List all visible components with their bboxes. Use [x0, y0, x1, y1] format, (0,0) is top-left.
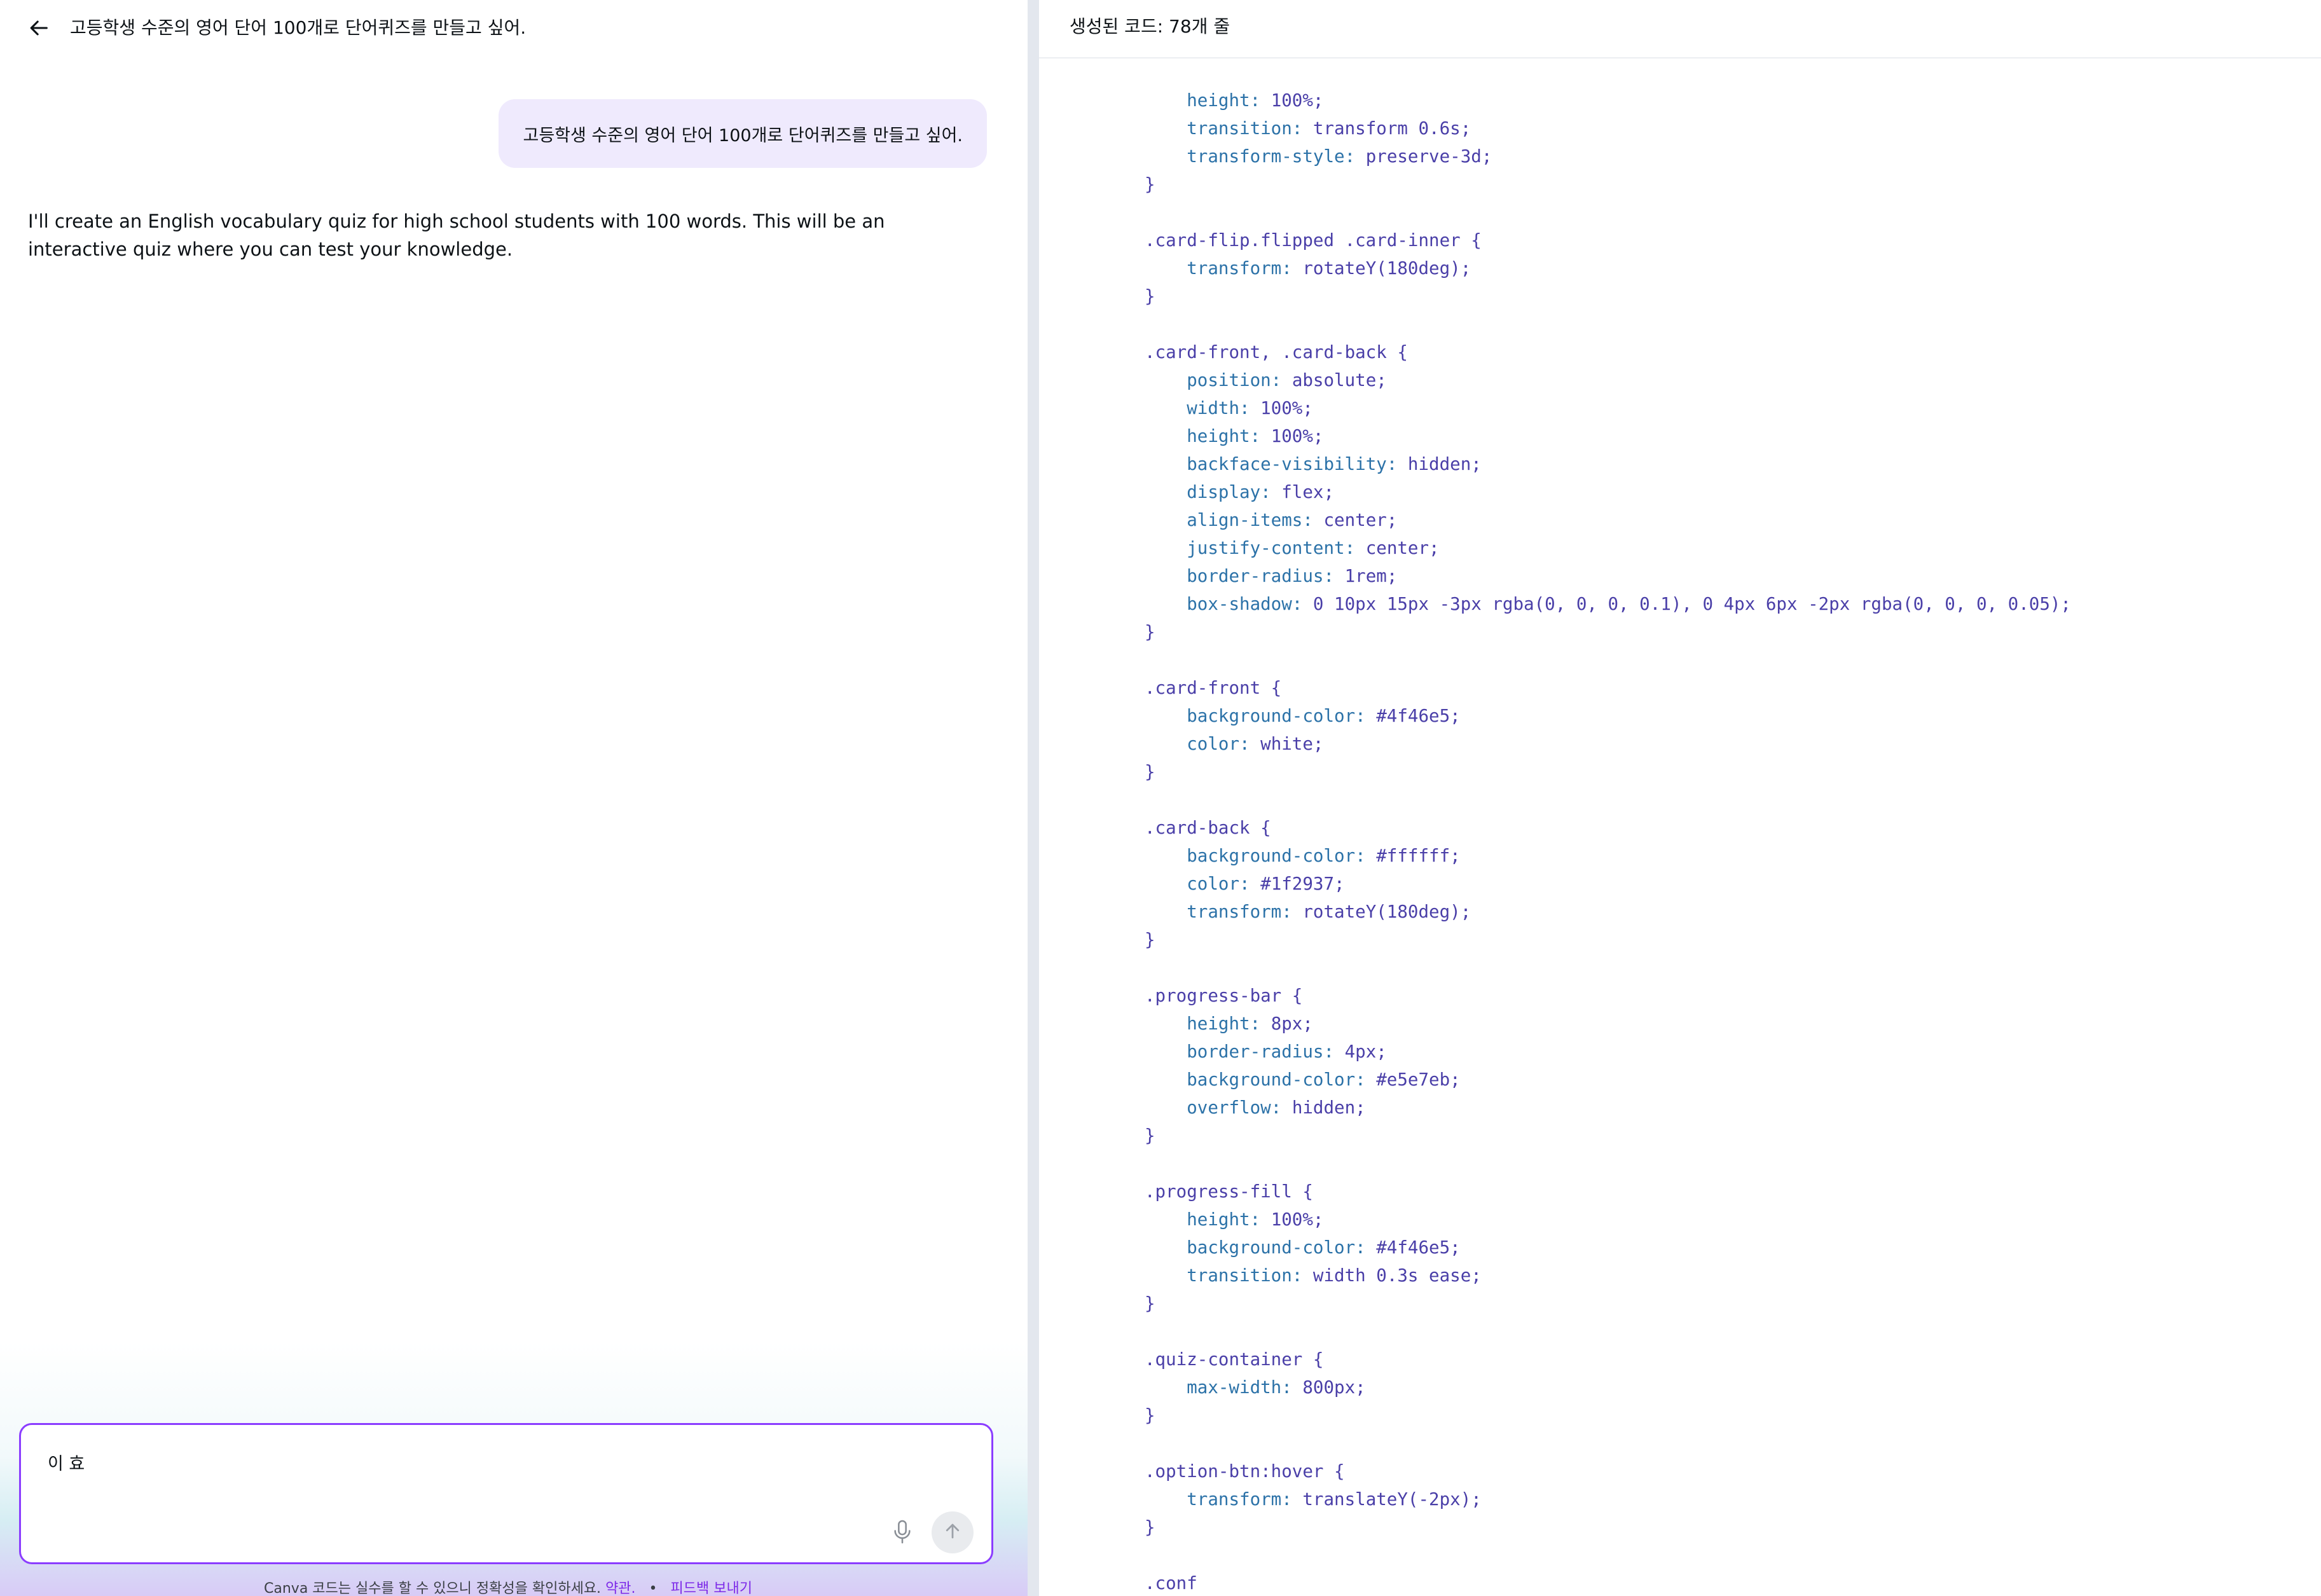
- code-line: backface-visibility: hidden;: [1187, 454, 1482, 474]
- code-line: }: [1145, 1405, 1155, 1426]
- code-line: .quiz-container {: [1145, 1349, 1324, 1370]
- code-line: transition: transform 0.6s;: [1187, 118, 1471, 139]
- code-view[interactable]: height: 100%; transition: transform 0.6s…: [1145, 86, 2071, 1596]
- code-line: transform: rotateY(180deg);: [1187, 902, 1471, 922]
- code-line: border-radius: 4px;: [1187, 1042, 1387, 1062]
- disclaimer-text: Canva 코드는 실수를 할 수 있으니 정확성을 확인하세요.: [264, 1581, 602, 1596]
- code-line: .card-front, .card-back {: [1145, 342, 1408, 362]
- code-line-count: 생성된 코드: 78개 줄: [1070, 16, 1230, 37]
- code-line: .card-front {: [1145, 678, 1282, 698]
- code-line: height: 100%;: [1187, 1209, 1324, 1230]
- code-line: overflow: hidden;: [1187, 1097, 1366, 1118]
- code-line: .conf: [1145, 1573, 1197, 1593]
- code-line: }: [1145, 622, 1155, 642]
- code-line: transform-style: preserve-3d;: [1187, 146, 1492, 167]
- code-line: display: flex;: [1187, 482, 1335, 502]
- code-line: border-radius: 1rem;: [1187, 566, 1398, 586]
- panel-divider[interactable]: [1028, 0, 1039, 1596]
- code-line: .progress-fill {: [1145, 1181, 1313, 1202]
- code-panel: 생성된 코드: 78개 줄 height: 100%; transition: …: [1039, 0, 2321, 1596]
- code-line: max-width: 800px;: [1187, 1377, 1366, 1398]
- microphone-button[interactable]: [885, 1515, 920, 1551]
- code-line: }: [1145, 174, 1155, 195]
- user-message-bubble: 고등학생 수준의 영어 단어 100개로 단어퀴즈를 만들고 싶어.: [499, 99, 987, 168]
- message-input[interactable]: [46, 1452, 876, 1473]
- code-line: }: [1145, 286, 1155, 306]
- code-line: height: 8px;: [1187, 1014, 1313, 1034]
- code-line: .option-btn:hover {: [1145, 1461, 1345, 1482]
- code-line: width: 100%;: [1187, 398, 1313, 418]
- disclaimer-footer: Canva 코드는 실수를 할 수 있으니 정확성을 확인하세요. 약관. • …: [0, 1577, 1016, 1596]
- code-line: }: [1145, 762, 1155, 782]
- code-line: height: 100%;: [1187, 90, 1324, 111]
- chat-panel: 고등학생 수준의 영어 단어 100개로 단어퀴즈를 만들고 싶어. 고등학생 …: [0, 0, 1028, 1596]
- code-line: background-color: #4f46e5;: [1187, 1237, 1461, 1258]
- arrow-up-icon: [943, 1522, 962, 1543]
- footer-separator: •: [649, 1581, 658, 1596]
- code-line: .card-flip.flipped .card-inner {: [1145, 230, 1482, 251]
- code-line: background-color: #4f46e5;: [1187, 706, 1461, 726]
- terms-link[interactable]: 약관.: [605, 1581, 635, 1596]
- code-header: 생성된 코드: 78개 줄: [1039, 0, 2321, 58]
- code-line: background-color: #ffffff;: [1187, 846, 1461, 866]
- code-line: color: white;: [1187, 734, 1324, 754]
- chat-title: 고등학생 수준의 영어 단어 100개로 단어퀴즈를 만들고 싶어.: [70, 17, 527, 38]
- code-line: align-items: center;: [1187, 510, 1398, 530]
- assistant-message: I'll create an English vocabulary quiz f…: [28, 210, 885, 260]
- chat-header: 고등학생 수준의 영어 단어 100개로 단어퀴즈를 만들고 싶어.: [0, 0, 1028, 57]
- arrow-left-icon: [29, 17, 50, 41]
- code-line: height: 100%;: [1187, 426, 1324, 446]
- feedback-link[interactable]: 피드백 보내기: [671, 1581, 752, 1596]
- back-button[interactable]: [24, 14, 55, 45]
- code-line: }: [1145, 1293, 1155, 1314]
- user-message-text: 고등학생 수준의 영어 단어 100개로 단어퀴즈를 만들고 싶어.: [523, 125, 963, 146]
- microphone-icon: [892, 1519, 913, 1547]
- code-line: position: absolute;: [1187, 370, 1387, 390]
- message-composer[interactable]: [19, 1423, 993, 1564]
- code-line: }: [1145, 1517, 1155, 1538]
- code-line: transform: rotateY(180deg);: [1187, 258, 1471, 279]
- code-line: .card-back {: [1145, 818, 1271, 838]
- code-line: .progress-bar {: [1145, 986, 1303, 1006]
- code-line: justify-content: center;: [1187, 538, 1440, 558]
- code-line: }: [1145, 1125, 1155, 1146]
- send-button[interactable]: [932, 1511, 974, 1553]
- code-line: transform: translateY(-2px);: [1187, 1489, 1482, 1510]
- code-line: background-color: #e5e7eb;: [1187, 1070, 1461, 1090]
- code-line: color: #1f2937;: [1187, 874, 1345, 894]
- code-line: }: [1145, 930, 1155, 950]
- code-line: transition: width 0.3s ease;: [1187, 1265, 1482, 1286]
- code-line: box-shadow: 0 10px 15px -3px rgba(0, 0, …: [1187, 594, 2071, 614]
